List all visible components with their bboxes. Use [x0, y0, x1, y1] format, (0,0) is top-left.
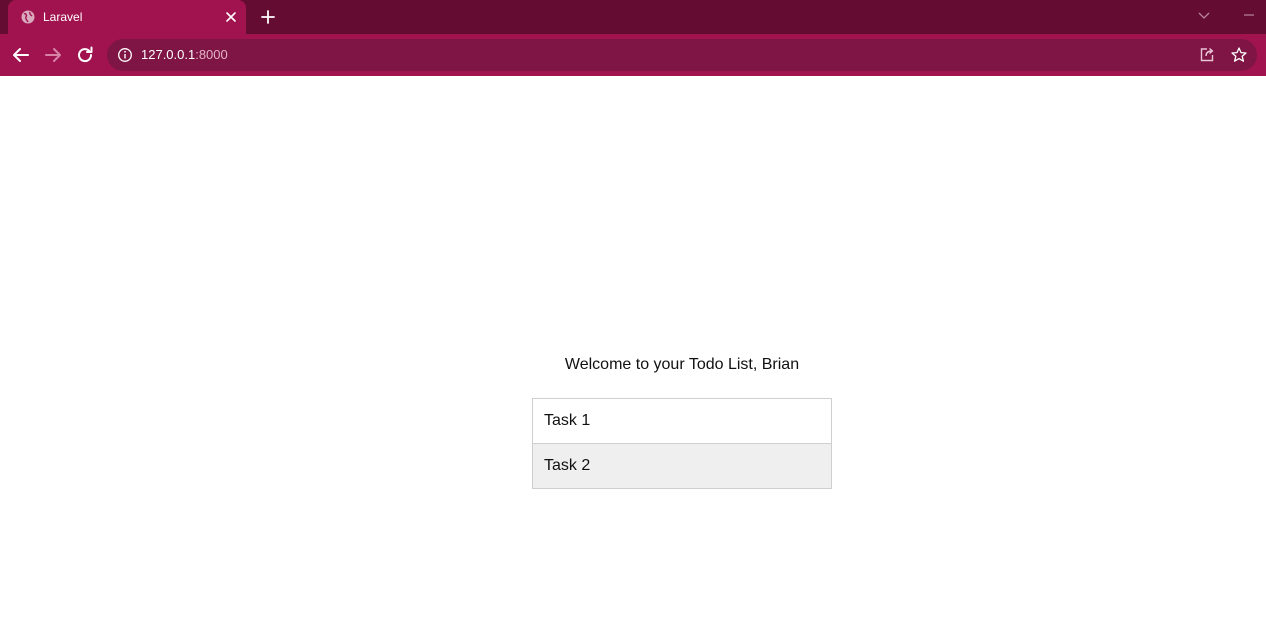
info-icon[interactable] — [117, 47, 133, 63]
task-item[interactable]: Task 2 — [532, 443, 832, 489]
task-list: Task 1 Task 2 — [532, 398, 832, 489]
url-host: 127.0.0.1 — [141, 47, 196, 62]
reload-icon[interactable] — [74, 44, 96, 66]
close-icon[interactable] — [223, 9, 239, 25]
star-icon[interactable] — [1230, 46, 1248, 64]
tab-strip: Laravel — [0, 0, 1266, 34]
tab-title: Laravel — [43, 10, 83, 24]
active-tab[interactable]: Laravel — [8, 0, 246, 34]
chevron-down-icon[interactable] — [1196, 7, 1212, 23]
task-item[interactable]: Task 1 — [532, 398, 832, 444]
url-text[interactable]: 127.0.0.1:8000 — [141, 47, 228, 63]
welcome-message: Welcome to your Todo List, Brian — [564, 356, 800, 373]
minimize-icon[interactable] — [1241, 7, 1257, 23]
arrow-left-icon[interactable] — [10, 44, 32, 66]
share-icon[interactable] — [1198, 46, 1216, 64]
browser-toolbar: 127.0.0.1:8000 — [0, 34, 1266, 76]
plus-icon[interactable] — [258, 7, 278, 27]
arrow-right-icon[interactable] — [42, 44, 64, 66]
page-content: Welcome to your Todo List, Brian Task 1 … — [0, 76, 1266, 618]
address-bar[interactable]: 127.0.0.1:8000 — [107, 39, 1257, 71]
globe-icon — [21, 10, 35, 24]
url-port: :8000 — [195, 47, 228, 62]
